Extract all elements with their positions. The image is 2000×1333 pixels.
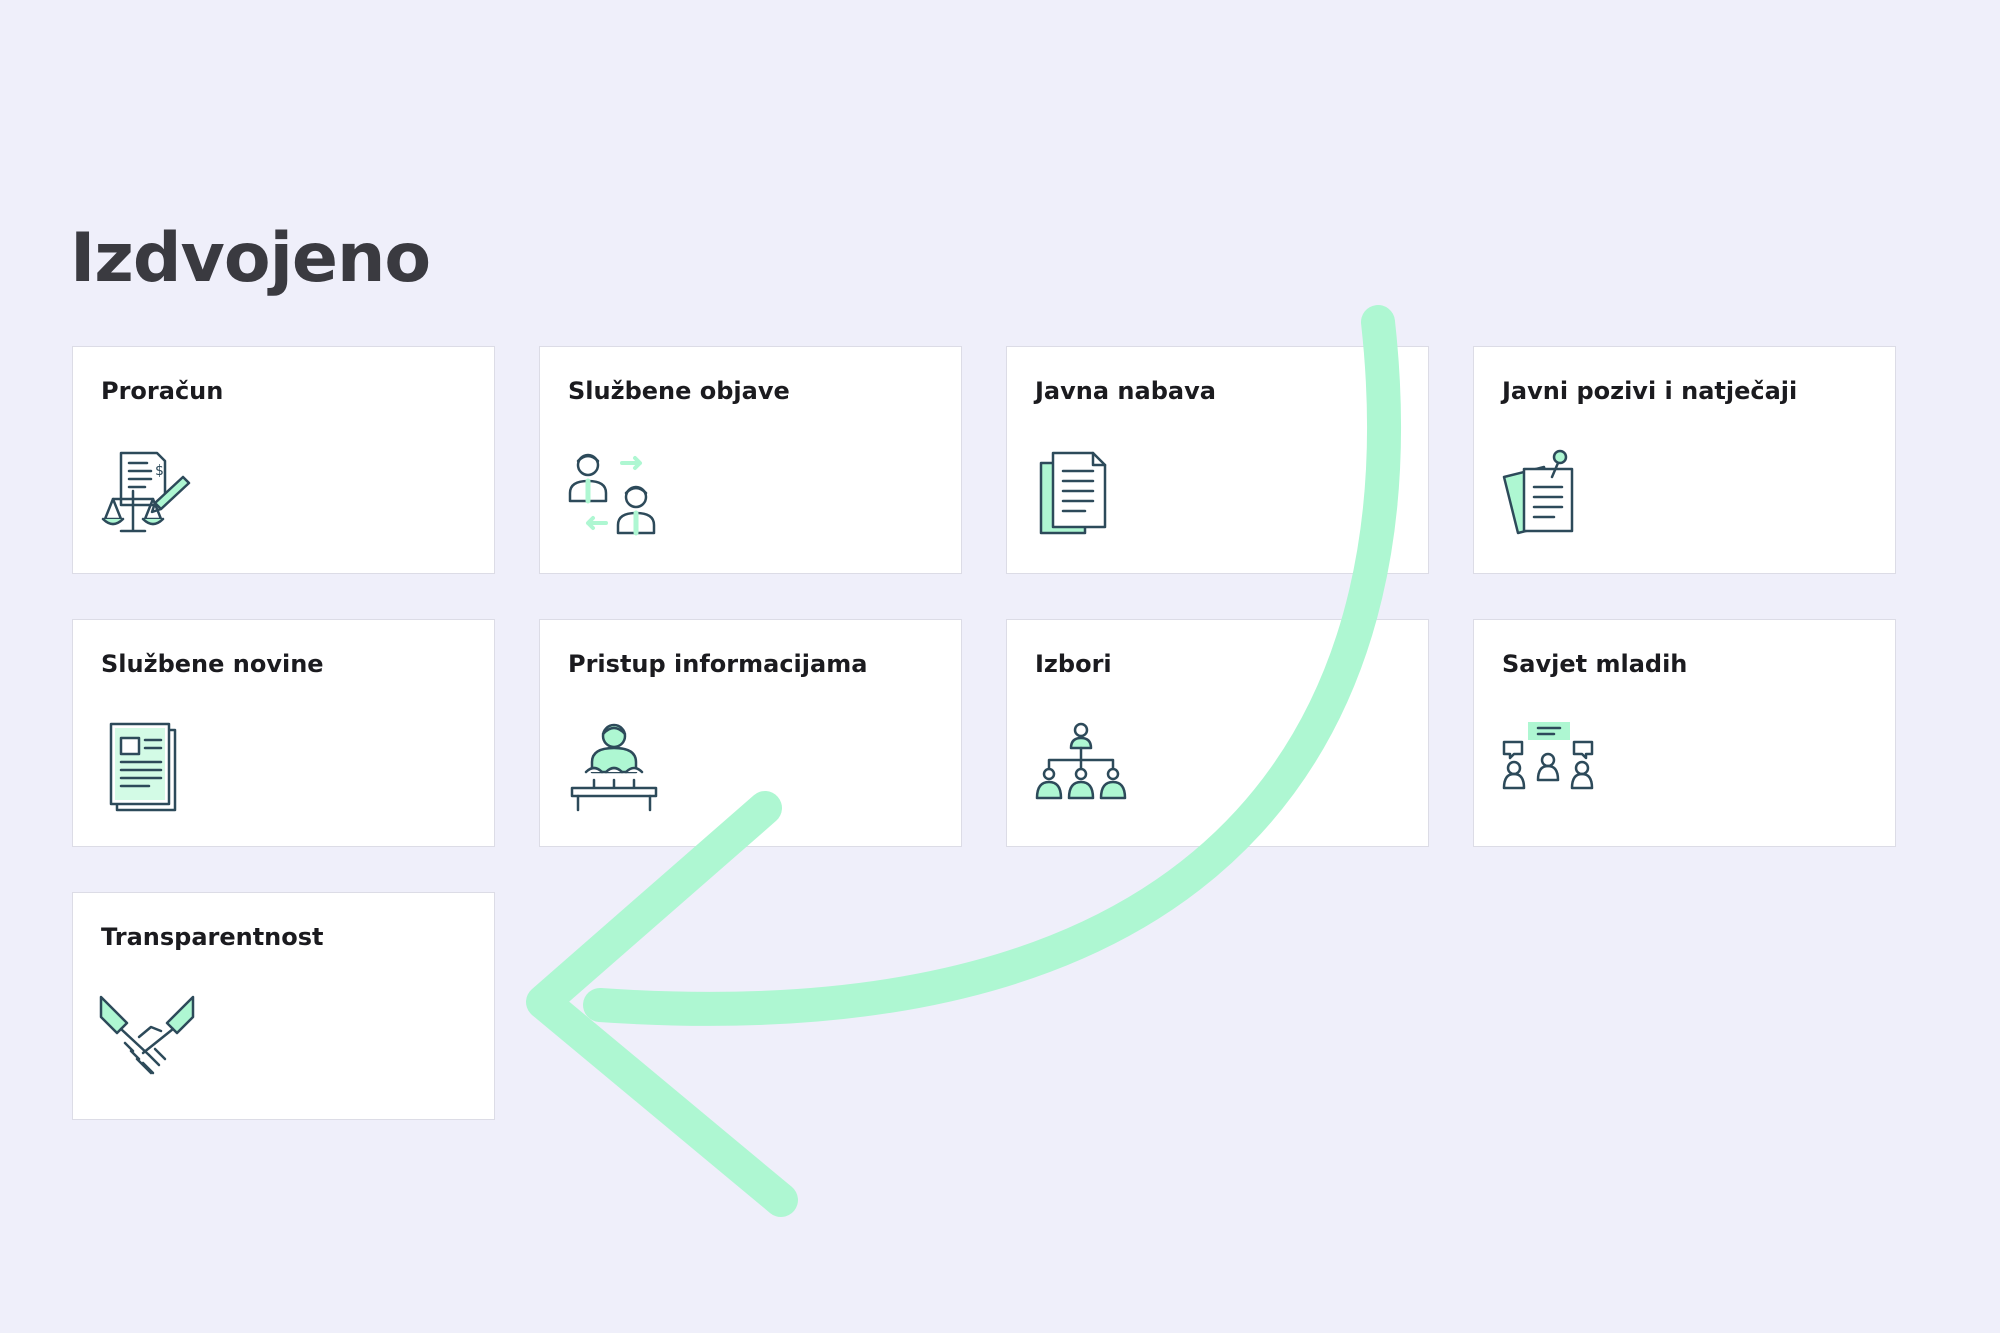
speaker-podium-icon	[566, 720, 662, 816]
newspaper-icon	[99, 720, 195, 816]
card-title: Službene objave	[568, 377, 790, 405]
hierarchy-icon	[1033, 720, 1129, 816]
card-sluzbene-objave[interactable]: Službene objave	[539, 346, 962, 574]
card-transparentnost[interactable]: Transparentnost	[72, 892, 495, 1120]
card-izbori[interactable]: Izbori	[1006, 619, 1429, 847]
pinned-notes-icon	[1500, 447, 1596, 543]
card-javni-pozivi[interactable]: Javni pozivi i natječaji	[1473, 346, 1896, 574]
section-title: Izdvojeno	[70, 219, 431, 298]
handshake-icon	[99, 993, 195, 1089]
card-title: Izbori	[1035, 650, 1112, 678]
card-title: Savjet mladih	[1502, 650, 1688, 678]
people-exchange-icon	[566, 447, 662, 543]
card-title: Službene novine	[101, 650, 324, 678]
card-savjet-mladih[interactable]: Savjet mladih	[1473, 619, 1896, 847]
card-pristup-informacijama[interactable]: Pristup informacijama	[539, 619, 962, 847]
card-title: Proračun	[101, 377, 224, 405]
card-title: Javna nabava	[1035, 377, 1216, 405]
card-proracun[interactable]: Proračun $	[72, 346, 495, 574]
card-javna-nabava[interactable]: Javna nabava	[1006, 346, 1429, 574]
documents-icon	[1033, 447, 1129, 543]
card-sluzbene-novine[interactable]: Službene novine	[72, 619, 495, 847]
card-title: Javni pozivi i natječaji	[1502, 377, 1798, 405]
budget-scales-icon: $	[99, 447, 195, 543]
group-discussion-icon	[1500, 720, 1596, 816]
svg-text:$: $	[155, 463, 164, 479]
card-title: Transparentnost	[101, 923, 324, 951]
card-title: Pristup informacijama	[568, 650, 868, 678]
featured-grid: Proračun $ Službene objave Javna nabava …	[72, 346, 1898, 1120]
